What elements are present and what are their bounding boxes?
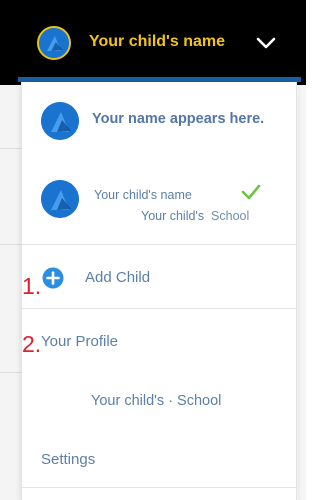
child-school-prefix: Your child's: [141, 209, 205, 223]
step-2-marker: 2.: [22, 331, 42, 357]
header-child-name[interactable]: Your child's name: [89, 33, 225, 51]
child-school-word: School: [211, 209, 250, 223]
child-school[interactable]: Your child's School: [141, 209, 249, 223]
menu-divider: [22, 308, 296, 309]
settings-link[interactable]: Settings: [41, 451, 95, 468]
chevron-down-icon[interactable]: [256, 36, 276, 50]
user-name: Your name appears here.: [92, 111, 265, 127]
menu-divider: [22, 487, 296, 488]
step-1-marker: 1.: [22, 273, 42, 299]
add-child-label[interactable]: Add Child: [85, 269, 150, 286]
child-avatar-icon[interactable]: [41, 180, 79, 218]
plus-circle-icon[interactable]: [42, 267, 64, 289]
profile-school[interactable]: Your child's · School: [91, 393, 221, 409]
background-divider: [0, 148, 22, 149]
your-profile-link[interactable]: Your Profile: [41, 333, 118, 350]
background-page: [298, 80, 306, 500]
menu-divider: [22, 244, 296, 245]
account-header[interactable]: Your child's name: [0, 0, 306, 85]
child-name[interactable]: Your child's name: [94, 188, 192, 202]
account-dropdown-menu: Your name appears here. Your child's nam…: [21, 82, 297, 500]
background-divider: [0, 244, 22, 245]
background-divider: [0, 372, 22, 373]
user-avatar-icon: [41, 102, 79, 140]
avatar-icon[interactable]: [37, 26, 71, 60]
check-icon: [241, 184, 261, 200]
